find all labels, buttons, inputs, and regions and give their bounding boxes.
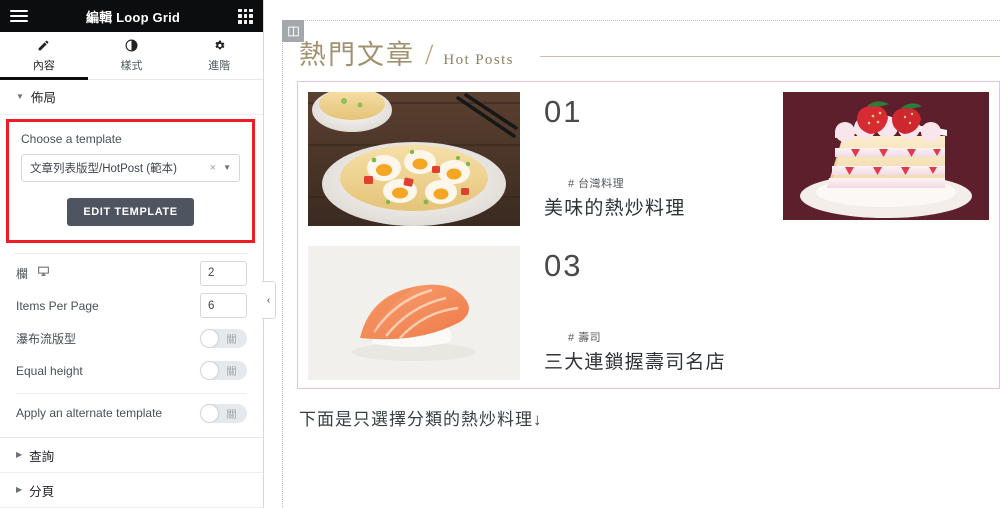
divider (16, 392, 247, 394)
section-header-layout[interactable]: ▼ 佈局 (0, 80, 263, 115)
divider (14, 252, 249, 254)
control-items-per-page: Items Per Page (0, 292, 263, 319)
post-body: 03 # 壽司 三大連鎖握壽司名店 (520, 246, 777, 375)
section-header-query[interactable]: ▶ 查詢 (0, 438, 263, 474)
heading-zh: 熱門文章 (299, 40, 415, 70)
control-alternate-template: Apply an alternate template 關 (0, 400, 263, 427)
loop-grid-container: 01 # 台灣料理 美味的熱炒料理 03 # 壽司 三大連鎖握壽司名店 (297, 81, 1000, 389)
equal-height-toggle-state: 關 (226, 367, 237, 379)
chevron-right-icon: ▶ (16, 485, 23, 495)
grid-apps-icon[interactable] (238, 8, 253, 24)
panel-collapse-handle[interactable]: ‹ (262, 281, 276, 319)
template-select[interactable]: 文章列表版型/HotPost (範本) × ▼ (21, 153, 240, 182)
post-body: 01 # 台灣料理 美味的熱炒料理 (520, 92, 777, 221)
tab-style-label: 樣式 (120, 59, 143, 72)
control-equal-height-field: 關 (200, 361, 247, 381)
control-items-per-page-field (200, 293, 247, 319)
heading-separator: / (425, 38, 434, 71)
post-number: 01 (544, 94, 583, 129)
control-masonry-field: 關 (200, 328, 247, 348)
list-item[interactable]: 01 # 台灣料理 美味的熱炒料理 (298, 92, 999, 226)
edit-template-button[interactable]: EDIT TEMPLATE (67, 197, 194, 226)
editor-panel: 編輯 Loop Grid 內容 樣式 進階 ▼ 佈局 Choose a temp… (0, 0, 276, 508)
toggle-knob (201, 404, 218, 422)
heading-rule (539, 56, 1000, 57)
alternate-template-toggle-state: 關 (226, 409, 237, 421)
half-circle-icon (125, 38, 138, 53)
elementor-editor-screen: 編輯 Loop Grid 內容 樣式 進階 ▼ 佈局 Choose a temp… (0, 0, 1000, 508)
section-pagination-label: 分頁 (29, 484, 55, 499)
loop-grid-widget[interactable]: 熱門文章 / Hot Posts 01 # 台灣料理 美味的熱炒料理 03 # … (282, 20, 1000, 508)
control-masonry: 瀑布流版型 關 (0, 325, 263, 352)
columns-layout-icon[interactable] (282, 20, 304, 42)
template-highlight-box: Choose a template 文章列表版型/HotPost (範本) × … (6, 118, 255, 243)
tab-style[interactable]: 樣式 (88, 33, 176, 80)
control-columns: 欄 (0, 260, 263, 287)
control-equal-height-label: Equal height (16, 363, 83, 378)
control-alternate-template-label: Apply an alternate template (16, 406, 163, 421)
control-columns-field (200, 260, 247, 286)
chevron-down-icon: ▼ (16, 91, 24, 101)
post-thumbnail[interactable] (308, 246, 520, 380)
desktop-icon[interactable] (37, 265, 50, 281)
section-header-pagination[interactable]: ▶ 分頁 (0, 473, 263, 508)
section-query-label: 查詢 (29, 449, 55, 464)
chevron-right-icon: ▶ (16, 450, 23, 460)
hot-posts-heading: 熱門文章 / Hot Posts (283, 21, 1000, 72)
masonry-toggle[interactable]: 關 (200, 328, 247, 348)
items-per-page-input[interactable] (200, 293, 247, 319)
toggle-knob (201, 362, 218, 380)
toggle-knob (201, 329, 218, 347)
post-tag[interactable]: # 壽司 (544, 329, 777, 345)
post-title[interactable]: 三大連鎖握壽司名店 (544, 351, 744, 375)
template-select-value: 文章列表版型/HotPost (範本) (30, 162, 177, 175)
tab-content[interactable]: 內容 (0, 33, 88, 80)
pencil-icon (37, 38, 50, 53)
panel-title: 編輯 Loop Grid (85, 9, 181, 25)
footer-note: 下面是只選擇分類的熱炒料理↓ (299, 410, 543, 429)
panel-header: 編輯 Loop Grid (0, 0, 263, 32)
tab-content-label: 內容 (32, 59, 55, 72)
side-featured-image[interactable] (777, 92, 999, 220)
panel-tabs: 內容 樣式 進階 (0, 32, 263, 80)
tab-advanced[interactable]: 進階 (175, 33, 263, 80)
alternate-template-toggle[interactable]: 關 (200, 403, 247, 423)
control-items-per-page-label: Items Per Page (16, 298, 99, 313)
choose-template-label: Choose a template (21, 131, 122, 146)
post-thumbnail[interactable] (308, 92, 520, 226)
preview-canvas: 熱門文章 / Hot Posts 01 # 台灣料理 美味的熱炒料理 03 # … (264, 0, 1000, 508)
list-item[interactable]: 03 # 壽司 三大連鎖握壽司名店 (298, 246, 999, 380)
columns-input[interactable] (200, 260, 247, 286)
gear-icon (213, 38, 226, 53)
post-number: 03 (544, 248, 583, 283)
control-columns-label: 欄 (16, 265, 50, 282)
heading-en: Hot Posts (443, 52, 514, 68)
equal-height-toggle[interactable]: 關 (200, 361, 247, 381)
control-columns-text: 欄 (16, 266, 29, 281)
control-alternate-template-field: 關 (200, 403, 247, 423)
clear-icon[interactable]: × (210, 162, 216, 174)
chevron-down-icon[interactable]: ▼ (223, 163, 231, 172)
tab-advanced-label: 進階 (208, 59, 231, 72)
control-masonry-label: 瀑布流版型 (16, 331, 77, 346)
post-title[interactable]: 美味的熱炒料理 (544, 197, 744, 221)
strawberry-shortcake-photo (783, 92, 989, 220)
post-tag[interactable]: # 台灣料理 (544, 175, 777, 191)
section-layout-label: 佈局 (30, 91, 56, 106)
control-equal-height: Equal height 關 (0, 357, 263, 384)
masonry-toggle-state: 關 (226, 334, 237, 346)
hamburger-menu-icon[interactable] (10, 10, 28, 22)
